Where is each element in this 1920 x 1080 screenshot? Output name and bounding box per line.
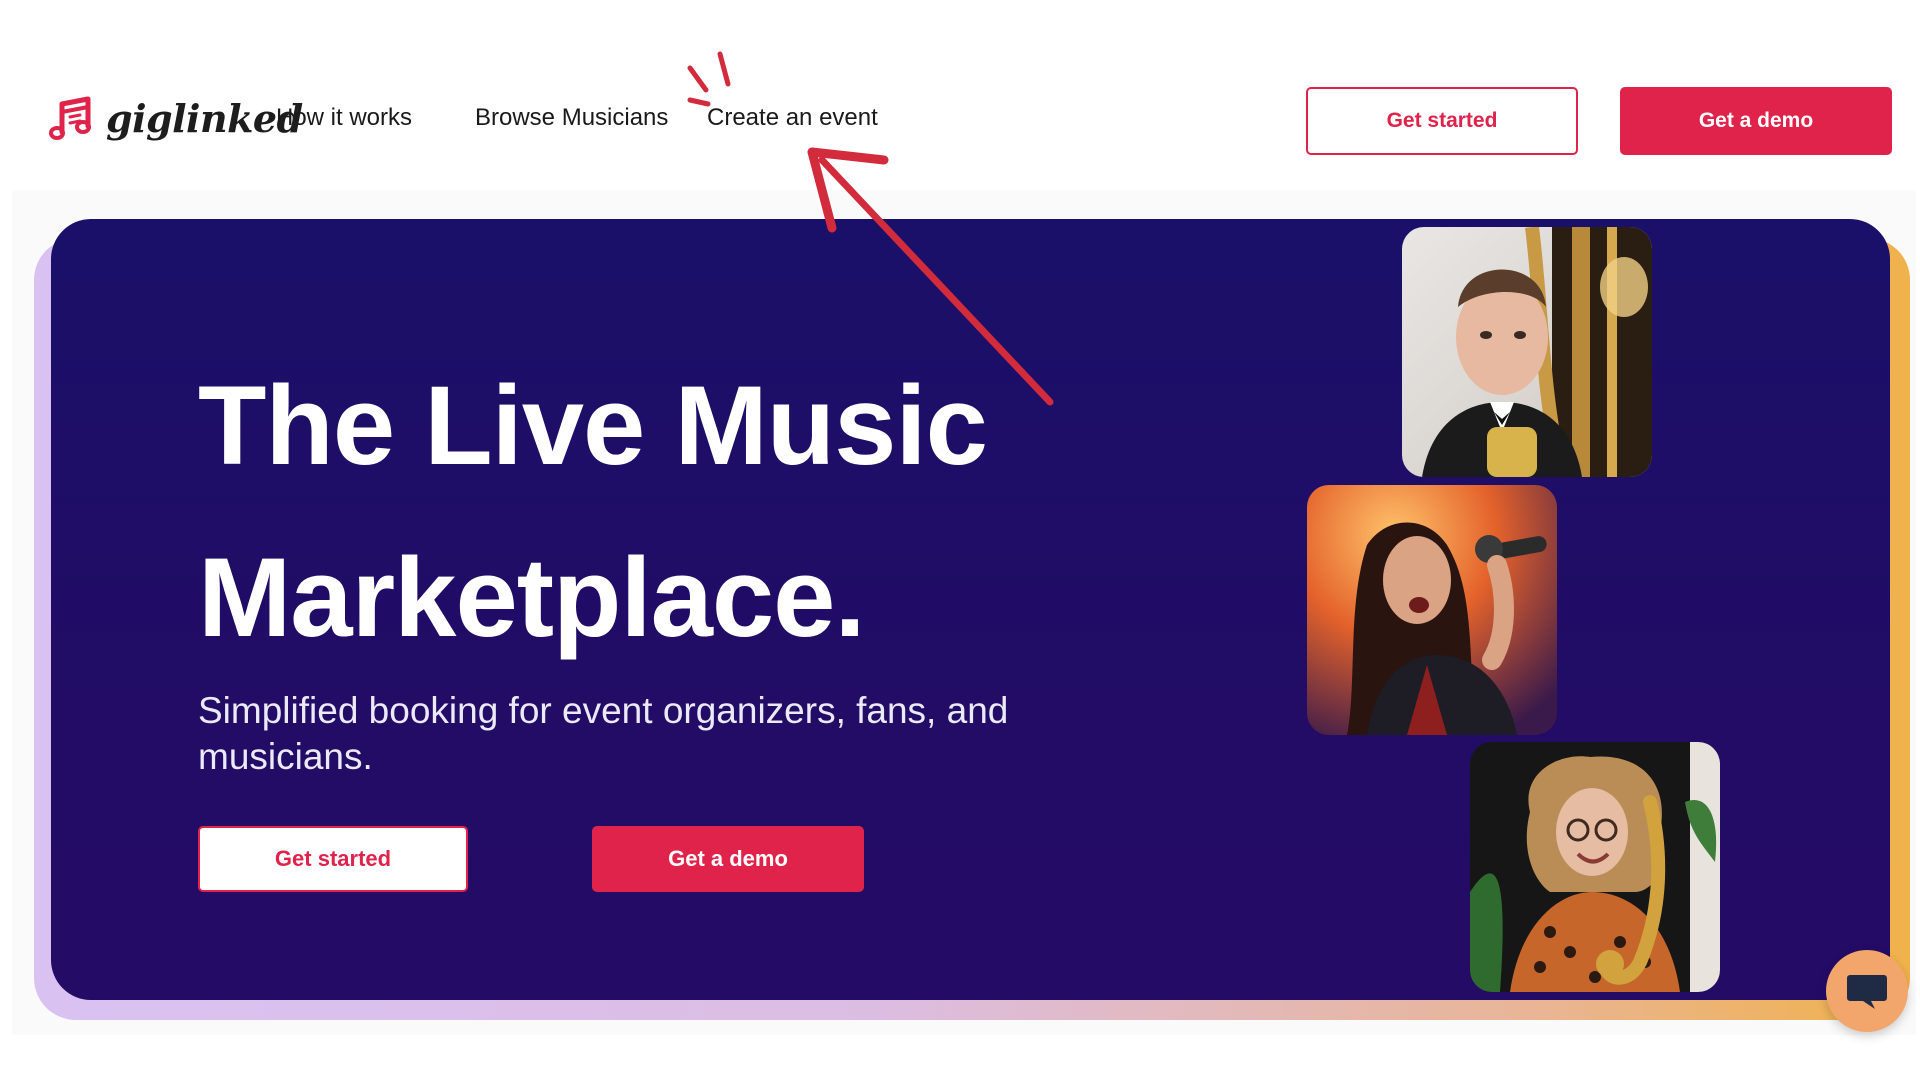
hero-title: The Live Music Marketplace. [198, 340, 1098, 684]
header-get-started-button[interactable]: Get started [1306, 87, 1578, 155]
hero-get-started-button[interactable]: Get started [198, 826, 468, 892]
chat-bubble-icon [1847, 975, 1887, 1009]
musician-harp-photo [1402, 227, 1652, 477]
hero-get-demo-button[interactable]: Get a demo [592, 826, 864, 892]
chat-widget-button[interactable] [1826, 950, 1908, 1032]
nav-browse-musicians[interactable]: Browse Musicians [475, 104, 668, 132]
hero-title-line-1: The Live Music [198, 363, 988, 488]
singer-microphone-photo [1307, 485, 1557, 735]
music-note-logo-icon [49, 96, 91, 140]
hero-subtitle: Simplified booking for event organizers,… [198, 690, 1009, 777]
nav-create-an-event[interactable]: Create an event [707, 104, 878, 132]
saxophonist-photo [1470, 742, 1720, 992]
site-header: giglinked How it works Browse Musicians … [0, 0, 1920, 190]
logo-wordmark: giglinked [106, 95, 303, 141]
header-get-demo-button[interactable]: Get a demo [1620, 87, 1892, 155]
hero-title-line-2: Marketplace. [198, 535, 866, 660]
giglinked-logo[interactable]: giglinked [48, 92, 303, 144]
nav-how-it-works[interactable]: How it works [276, 104, 412, 132]
